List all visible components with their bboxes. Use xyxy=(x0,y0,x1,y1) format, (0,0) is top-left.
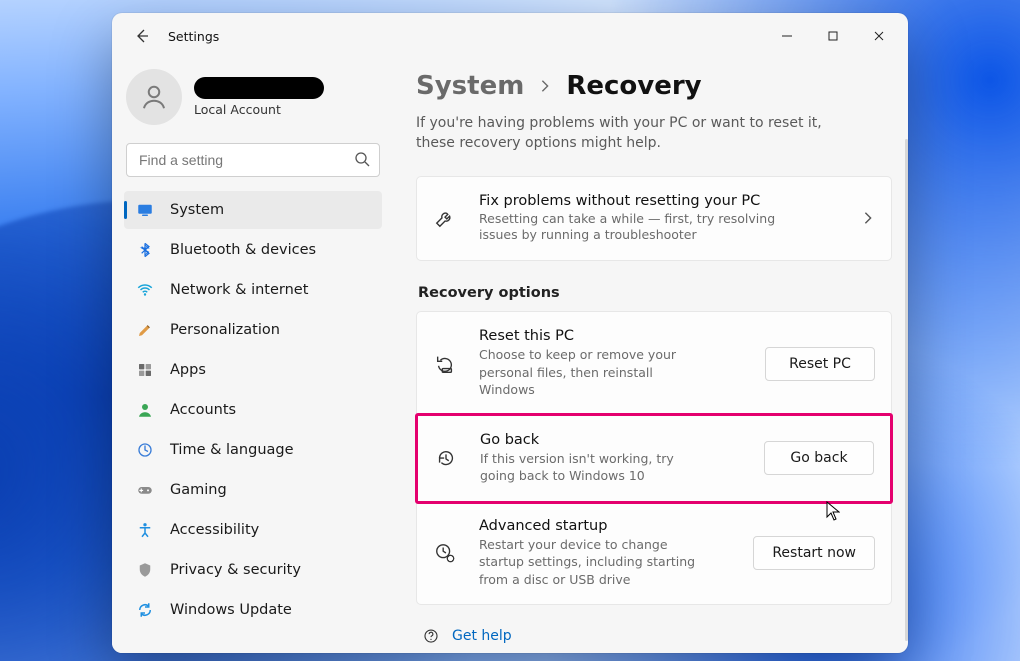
window-controls xyxy=(764,20,902,52)
fix-problems-card[interactable]: Fix problems without resetting your PC R… xyxy=(416,176,892,262)
sidebar-item-label: Apps xyxy=(170,362,370,378)
minimize-icon xyxy=(782,31,792,41)
minimize-button[interactable] xyxy=(764,20,810,52)
option-reset-pc: Reset this PC Choose to keep or remove y… xyxy=(417,312,891,415)
update-icon xyxy=(136,601,154,619)
breadcrumb: System Recovery xyxy=(416,71,892,101)
user-account-type: Local Account xyxy=(194,103,324,117)
arrow-left-icon xyxy=(134,28,150,44)
user-card[interactable]: Local Account xyxy=(124,69,382,137)
nav-list: System Bluetooth & devices Network & int… xyxy=(124,191,382,641)
sidebar-item-accounts[interactable]: Accounts xyxy=(124,391,382,429)
maximize-button[interactable] xyxy=(810,20,856,52)
sidebar-item-system[interactable]: System xyxy=(124,191,382,229)
page-intro: If you're having problems with your PC o… xyxy=(416,113,846,154)
restart-now-button[interactable]: Restart now xyxy=(753,536,875,570)
sidebar-item-windows-update[interactable]: Windows Update xyxy=(124,591,382,629)
option-title: Reset this PC xyxy=(479,328,743,344)
option-title: Advanced startup xyxy=(479,518,731,534)
help-link-label: Get help xyxy=(452,628,512,644)
sidebar-item-label: Time & language xyxy=(170,442,370,458)
search-icon xyxy=(354,151,370,167)
sidebar-item-label: Network & internet xyxy=(170,282,370,298)
bluetooth-icon xyxy=(136,242,154,258)
sidebar-item-apps[interactable]: Apps xyxy=(124,351,382,389)
get-help-link[interactable]: Get help xyxy=(422,627,892,645)
sidebar-item-bluetooth[interactable]: Bluetooth & devices xyxy=(124,231,382,269)
option-sub: Restart your device to change startup se… xyxy=(479,536,709,589)
sidebar-item-gaming[interactable]: Gaming xyxy=(124,471,382,509)
fix-card-title: Fix problems without resetting your PC xyxy=(479,193,839,209)
shield-icon xyxy=(136,561,154,579)
highlight-go-back: Go back If this version isn't working, t… xyxy=(415,413,893,504)
history-icon xyxy=(434,447,458,469)
sidebar-item-privacy[interactable]: Privacy & security xyxy=(124,551,382,589)
sidebar-item-time-language[interactable]: Time & language xyxy=(124,431,382,469)
sidebar-item-personalization[interactable]: Personalization xyxy=(124,311,382,349)
back-button[interactable] xyxy=(124,18,160,54)
maximize-icon xyxy=(828,31,838,41)
chevron-right-icon xyxy=(861,211,875,225)
sidebar: Local Account System Bluetooth & devices xyxy=(112,59,394,653)
option-sub: If this version isn't working, try going… xyxy=(480,450,710,485)
chevron-right-icon xyxy=(538,79,552,93)
search-field xyxy=(126,143,380,177)
close-button[interactable] xyxy=(856,20,902,52)
help-icon xyxy=(422,627,440,645)
go-back-button[interactable]: Go back xyxy=(764,441,874,475)
user-name-redacted xyxy=(194,77,324,99)
settings-window: Settings Local Account xyxy=(112,13,908,653)
sidebar-item-label: Accessibility xyxy=(170,522,370,538)
sidebar-item-label: Bluetooth & devices xyxy=(170,242,370,258)
wrench-icon xyxy=(433,207,457,229)
option-title: Go back xyxy=(480,432,742,448)
sidebar-item-label: Privacy & security xyxy=(170,562,370,578)
account-icon xyxy=(136,401,154,419)
sidebar-item-accessibility[interactable]: Accessibility xyxy=(124,511,382,549)
titlebar: Settings xyxy=(112,13,908,59)
breadcrumb-parent[interactable]: System xyxy=(416,71,524,101)
fix-card-sub: Resetting can take a while — first, try … xyxy=(479,211,789,245)
search-input[interactable] xyxy=(126,143,380,177)
close-icon xyxy=(874,31,884,41)
page-title: Recovery xyxy=(566,71,701,101)
paintbrush-icon xyxy=(136,321,154,339)
person-icon xyxy=(139,82,169,112)
avatar xyxy=(126,69,182,125)
clock-globe-icon xyxy=(136,441,154,459)
advanced-startup-icon xyxy=(433,542,457,564)
recovery-options-heading: Recovery options xyxy=(418,285,892,301)
gamepad-icon xyxy=(136,481,154,499)
sidebar-item-label: Personalization xyxy=(170,322,370,338)
sidebar-item-label: Windows Update xyxy=(170,602,370,618)
sidebar-item-label: System xyxy=(170,202,370,218)
wifi-icon xyxy=(136,281,154,299)
sidebar-item-label: Accounts xyxy=(170,402,370,418)
app-title: Settings xyxy=(168,29,219,44)
reset-pc-icon xyxy=(433,353,457,375)
scrollbar[interactable] xyxy=(905,139,908,641)
content-area: System Recovery If you're having problem… xyxy=(394,59,908,653)
option-sub: Choose to keep or remove your personal f… xyxy=(479,346,709,399)
sidebar-item-network[interactable]: Network & internet xyxy=(124,271,382,309)
option-go-back: Go back If this version isn't working, t… xyxy=(418,416,890,501)
monitor-icon xyxy=(136,201,154,219)
apps-icon xyxy=(136,362,154,378)
option-advanced-startup: Advanced startup Restart your device to … xyxy=(417,502,891,605)
accessibility-icon xyxy=(136,521,154,539)
recovery-options-list: Reset this PC Choose to keep or remove y… xyxy=(416,311,892,605)
sidebar-item-label: Gaming xyxy=(170,482,370,498)
reset-pc-button[interactable]: Reset PC xyxy=(765,347,875,381)
